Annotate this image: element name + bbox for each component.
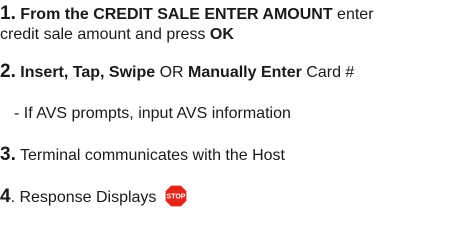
step-1: 1. From the CREDIT SALE ENTER AMOUNT ent… <box>0 4 374 25</box>
instructions: 1. From the CREDIT SALE ENTER AMOUNT ent… <box>0 0 475 250</box>
step-3: 3. Terminal communicates with the Host <box>0 145 285 166</box>
avs-note: - If AVS prompts, input AVS information <box>14 105 291 122</box>
step-2-bold-text-2: Manually Enter <box>188 64 302 81</box>
step-1-continued: credit sale amount and press OK <box>0 25 234 45</box>
step-3-text: Terminal communicates with the Host <box>15 147 285 164</box>
step-2: 2. Insert, Tap, Swipe OR Manually Enter … <box>0 62 354 83</box>
step-1-bold-text: From the CREDIT SALE ENTER AMOUNT <box>15 6 333 23</box>
step-4: 4. Response Displays STOP <box>0 184 188 208</box>
stop-sign-icon: STOP <box>164 184 188 208</box>
step-4-number: 4 <box>0 186 11 207</box>
step-2-number: 2. <box>0 61 16 82</box>
step-1-line2-text: credit sale amount and press <box>0 26 210 43</box>
stop-sign-label: STOP <box>166 194 185 201</box>
step-1-text: enter <box>332 6 374 23</box>
step-2-bold-text: Insert, Tap, Swipe <box>15 64 156 81</box>
step-4-text: . Response Displays <box>10 189 161 206</box>
step-2-text-1: OR <box>155 64 189 81</box>
step-2-text-2: Card # <box>301 64 355 81</box>
step-1-number: 1 <box>0 3 11 24</box>
step-1-ok-label: OK <box>209 26 234 43</box>
step-3-number: 3. <box>0 144 16 165</box>
